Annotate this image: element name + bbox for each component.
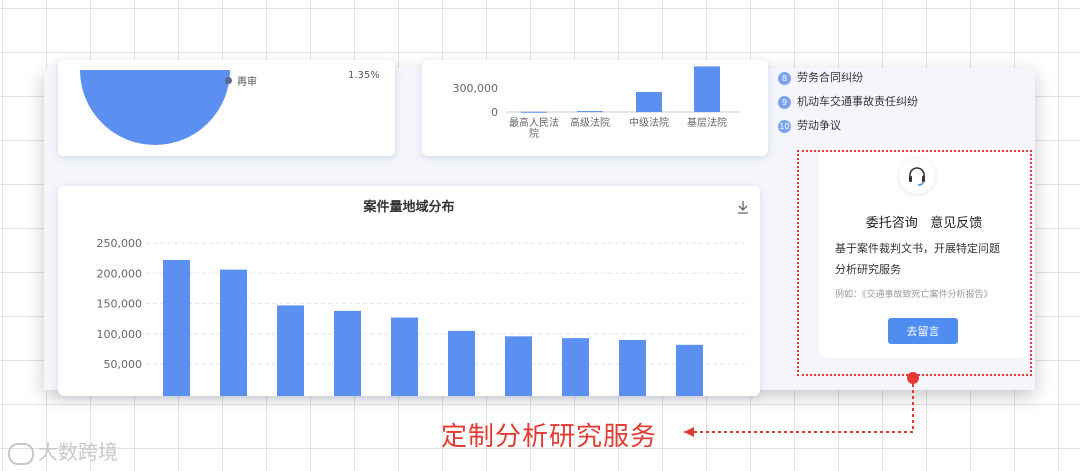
- rank-badge: 8: [778, 71, 791, 85]
- watermark-logo-icon: [8, 442, 34, 465]
- y-tick-label: 100,000: [97, 328, 143, 341]
- y-tick-label: 50,000: [104, 358, 143, 371]
- bar[interactable]: [391, 317, 418, 396]
- bar[interactable]: [694, 66, 720, 112]
- region-chart-card: 案件量地域分布 250,000 200,000 150,000 100,000 50,0…: [58, 186, 760, 396]
- rank-badge: 9: [778, 95, 791, 109]
- y-tick-label: 150,000: [97, 298, 143, 311]
- legend-dot: [225, 77, 232, 84]
- list-item-label: 机动车交通事故责任纠纷: [797, 95, 918, 108]
- list-item[interactable]: 9 机动车交通事故责任纠纷: [778, 93, 918, 109]
- bar[interactable]: [448, 330, 475, 396]
- x-tick-label: 院: [529, 127, 539, 140]
- list-item[interactable]: 8 劳务合同纠纷: [778, 69, 863, 85]
- annotation-label: 定制分析研究服务: [441, 422, 658, 452]
- list-item[interactable]: 10 劳动争议: [778, 117, 841, 133]
- highlight-box: [797, 150, 1032, 376]
- watermark: 大数跨境: [8, 436, 118, 465]
- bar[interactable]: [220, 269, 247, 396]
- bar[interactable]: [334, 310, 361, 396]
- court-level-chart: 300,000 0 最高人民法 院 高级法院 中级法院 基层法院: [453, 66, 740, 140]
- bar[interactable]: [163, 259, 190, 396]
- pie-legend-item[interactable]: 再审: [225, 70, 257, 89]
- y-tick-label: 300,000: [453, 82, 499, 95]
- x-tick-label: 最高人民法: [509, 116, 559, 129]
- court-level-chart-card: 300,000 0 最高人民法 院 高级法院 中级法院 基层法院: [422, 60, 768, 156]
- bar[interactable]: [619, 339, 646, 396]
- arrow-head: [684, 427, 694, 437]
- bar[interactable]: [676, 344, 703, 396]
- y-tick-label: 200,000: [97, 267, 143, 280]
- x-tick-label: 中级法院: [629, 116, 669, 129]
- bar[interactable]: [505, 336, 532, 396]
- list-item-label: 劳务合同纠纷: [797, 71, 863, 84]
- y-tick-label: 250,000: [97, 237, 143, 250]
- pie-slice: [80, 70, 230, 145]
- rank-badge: 10: [778, 119, 791, 133]
- legend-value: 1.35%: [348, 70, 380, 81]
- y-tick-label: 0: [491, 106, 498, 119]
- x-tick-label: 高级法院: [570, 116, 610, 129]
- legend-label: 再审: [237, 77, 257, 88]
- bar[interactable]: [562, 338, 589, 396]
- bar[interactable]: [521, 111, 547, 113]
- bar[interactable]: [636, 92, 662, 112]
- list-item-label: 劳动争议: [797, 119, 841, 132]
- pie-chart-card: 再审 1.35%: [58, 60, 395, 156]
- bar[interactable]: [277, 305, 304, 396]
- region-bar-chart: 250,000 200,000 150,000 100,000 50,000: [97, 237, 746, 396]
- bar[interactable]: [577, 111, 603, 113]
- watermark-text: 大数跨境: [38, 440, 118, 464]
- x-tick-label: 基层法院: [687, 116, 727, 129]
